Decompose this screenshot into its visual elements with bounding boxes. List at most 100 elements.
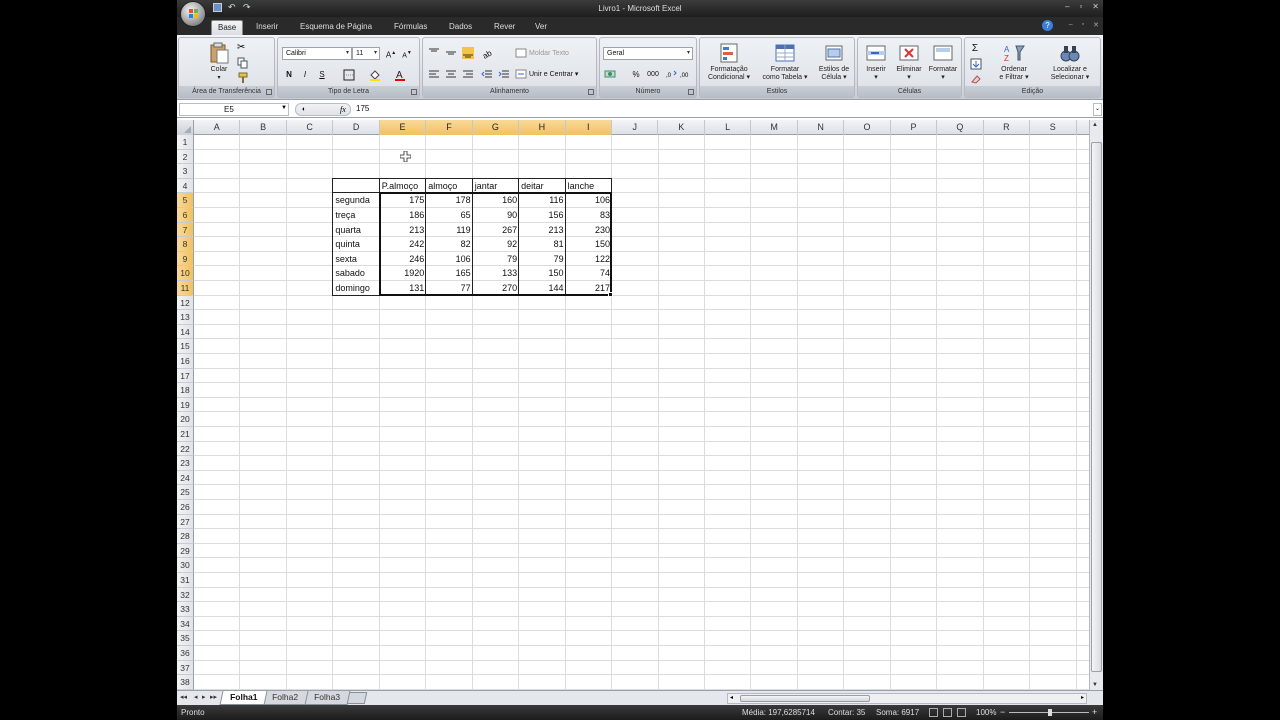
expand-formula-bar-icon[interactable]: ⌄ bbox=[1093, 103, 1102, 116]
column-header[interactable]: H bbox=[519, 120, 566, 135]
column-header[interactable]: F bbox=[426, 120, 473, 135]
tab-base[interactable]: Base bbox=[211, 20, 244, 35]
table-value-cell[interactable]: 267 bbox=[473, 223, 519, 238]
prev-sheet-icon[interactable]: ◂ bbox=[194, 693, 198, 701]
zoom-slider-thumb[interactable] bbox=[1048, 709, 1052, 716]
table-value-cell[interactable]: 178 bbox=[426, 193, 472, 208]
horizontal-scrollbar[interactable]: ◂ ▸ bbox=[727, 693, 1087, 704]
row-header[interactable]: 28 bbox=[177, 529, 194, 544]
tab-inserir[interactable]: Inserir bbox=[250, 20, 284, 35]
formula-bar-grip-icon[interactable]: ◐ bbox=[302, 104, 306, 115]
vertical-scroll-thumb[interactable] bbox=[1091, 142, 1102, 672]
zoom-level[interactable]: 100% bbox=[976, 705, 996, 720]
find-select-button[interactable]: Localizar e Selecionar ▾ bbox=[1041, 42, 1099, 82]
table-value-cell[interactable]: 242 bbox=[380, 237, 426, 252]
row-header[interactable]: 23 bbox=[177, 456, 194, 471]
scroll-right-icon[interactable]: ▸ bbox=[1081, 694, 1084, 701]
close-button[interactable]: ✕ bbox=[1092, 2, 1099, 11]
grow-font-icon[interactable]: A▲ bbox=[384, 47, 398, 60]
sheet-tab-folha1[interactable]: Folha1 bbox=[219, 691, 268, 705]
table-value-cell[interactable]: 122 bbox=[566, 252, 612, 267]
currency-icon[interactable] bbox=[604, 68, 616, 80]
table-value-cell[interactable]: 74 bbox=[566, 266, 612, 281]
row-header[interactable]: 25 bbox=[177, 485, 194, 500]
table-header-cell[interactable]: lanche bbox=[566, 179, 612, 194]
row-header[interactable]: 30 bbox=[177, 558, 194, 573]
row-header[interactable]: 35 bbox=[177, 631, 194, 646]
fill-handle[interactable] bbox=[608, 291, 614, 297]
row-header[interactable]: 19 bbox=[177, 397, 194, 413]
wrap-text-button[interactable]: Moldar Texto bbox=[529, 47, 569, 60]
column-header[interactable]: N bbox=[798, 120, 845, 135]
conditional-formatting-button[interactable]: Formatação Condicional ▾ bbox=[702, 42, 756, 82]
autosum-icon[interactable]: Σ bbox=[969, 42, 981, 55]
fill-icon[interactable] bbox=[970, 58, 982, 70]
table-header-cell[interactable]: jantar bbox=[473, 179, 519, 194]
formula-input[interactable]: 175 bbox=[353, 103, 1093, 116]
row-header[interactable]: 4 bbox=[177, 178, 194, 194]
sheet-tab-folha2[interactable]: Folha2 bbox=[261, 691, 309, 705]
table-value-cell[interactable]: 133 bbox=[473, 266, 519, 281]
table-value-cell[interactable]: 83 bbox=[566, 208, 612, 223]
align-center-icon[interactable] bbox=[445, 68, 457, 80]
borders-icon[interactable] bbox=[343, 69, 355, 81]
column-header[interactable]: G bbox=[472, 120, 520, 135]
align-top-icon[interactable] bbox=[428, 47, 440, 59]
row-header[interactable]: 2 bbox=[177, 149, 194, 165]
insert-function-button[interactable]: fx bbox=[340, 104, 346, 115]
copy-icon[interactable] bbox=[237, 57, 249, 69]
row-header[interactable]: 5 bbox=[177, 193, 194, 208]
zoom-in-icon[interactable]: + bbox=[1092, 705, 1097, 720]
table-day-cell[interactable]: sexta bbox=[333, 252, 379, 267]
table-value-cell[interactable]: 144 bbox=[519, 281, 565, 296]
tab-formulas[interactable]: Fórmulas bbox=[388, 20, 433, 35]
sort-filter-button[interactable]: AZ Ordenar e Filtrar ▾ bbox=[989, 42, 1039, 82]
table-value-cell[interactable]: 92 bbox=[473, 237, 519, 252]
last-sheet-icon[interactable]: ▸▸ bbox=[210, 693, 217, 701]
table-value-cell[interactable]: 81 bbox=[519, 237, 565, 252]
column-header[interactable]: L bbox=[705, 120, 752, 135]
row-header[interactable]: 36 bbox=[177, 646, 194, 661]
row-header[interactable]: 14 bbox=[177, 324, 194, 340]
table-value-cell[interactable]: 213 bbox=[519, 223, 565, 238]
table-value-cell[interactable]: 77 bbox=[426, 281, 472, 296]
cut-icon[interactable]: ✂ bbox=[237, 42, 249, 54]
column-header[interactable]: A bbox=[194, 120, 241, 135]
help-icon[interactable]: ? bbox=[1042, 20, 1053, 31]
name-box[interactable]: E5 bbox=[179, 103, 289, 116]
delete-cells-button[interactable]: Eliminar ▾ bbox=[892, 42, 926, 82]
table-day-cell[interactable]: sabado bbox=[333, 266, 379, 281]
table-value-cell[interactable]: 160 bbox=[473, 193, 519, 208]
clipboard-launcher-icon[interactable] bbox=[266, 89, 272, 95]
row-header[interactable]: 18 bbox=[177, 383, 194, 398]
table-value-cell[interactable]: 131 bbox=[380, 281, 426, 296]
wrap-text-icon[interactable] bbox=[515, 47, 527, 59]
column-header[interactable]: I bbox=[565, 120, 613, 135]
table-value-cell[interactable]: 106 bbox=[566, 193, 612, 208]
alignment-launcher-icon[interactable] bbox=[588, 89, 594, 95]
bold-button[interactable]: N bbox=[283, 68, 295, 81]
horizontal-scroll-thumb[interactable] bbox=[740, 695, 870, 702]
row-header[interactable]: 32 bbox=[177, 587, 194, 603]
tab-ver[interactable]: Ver bbox=[529, 20, 553, 35]
format-cells-button[interactable]: Formatar ▾ bbox=[926, 42, 960, 82]
row-header[interactable]: 16 bbox=[177, 354, 194, 369]
font-launcher-icon[interactable] bbox=[411, 89, 417, 95]
table-value-cell[interactable]: 106 bbox=[426, 252, 472, 267]
italic-button[interactable]: I bbox=[299, 68, 311, 81]
table-value-cell[interactable]: 165 bbox=[426, 266, 472, 281]
row-header[interactable]: 37 bbox=[177, 660, 194, 676]
row-header[interactable]: 3 bbox=[177, 164, 194, 179]
scroll-up-icon[interactable]: ▲ bbox=[1092, 122, 1098, 128]
row-header[interactable]: 20 bbox=[177, 412, 194, 427]
row-header[interactable]: 9 bbox=[177, 251, 194, 267]
minimize-button[interactable]: – bbox=[1065, 2, 1069, 11]
table-value-cell[interactable]: 119 bbox=[426, 223, 472, 238]
table-value-cell[interactable]: 150 bbox=[519, 266, 565, 281]
row-header[interactable]: 38 bbox=[177, 675, 194, 690]
row-header[interactable]: 27 bbox=[177, 514, 194, 530]
workbook-minimize-button[interactable]: – bbox=[1069, 21, 1073, 29]
table-value-cell[interactable]: 90 bbox=[473, 208, 519, 223]
zoom-out-icon[interactable]: − bbox=[1000, 705, 1005, 720]
column-header[interactable]: B bbox=[240, 120, 287, 135]
